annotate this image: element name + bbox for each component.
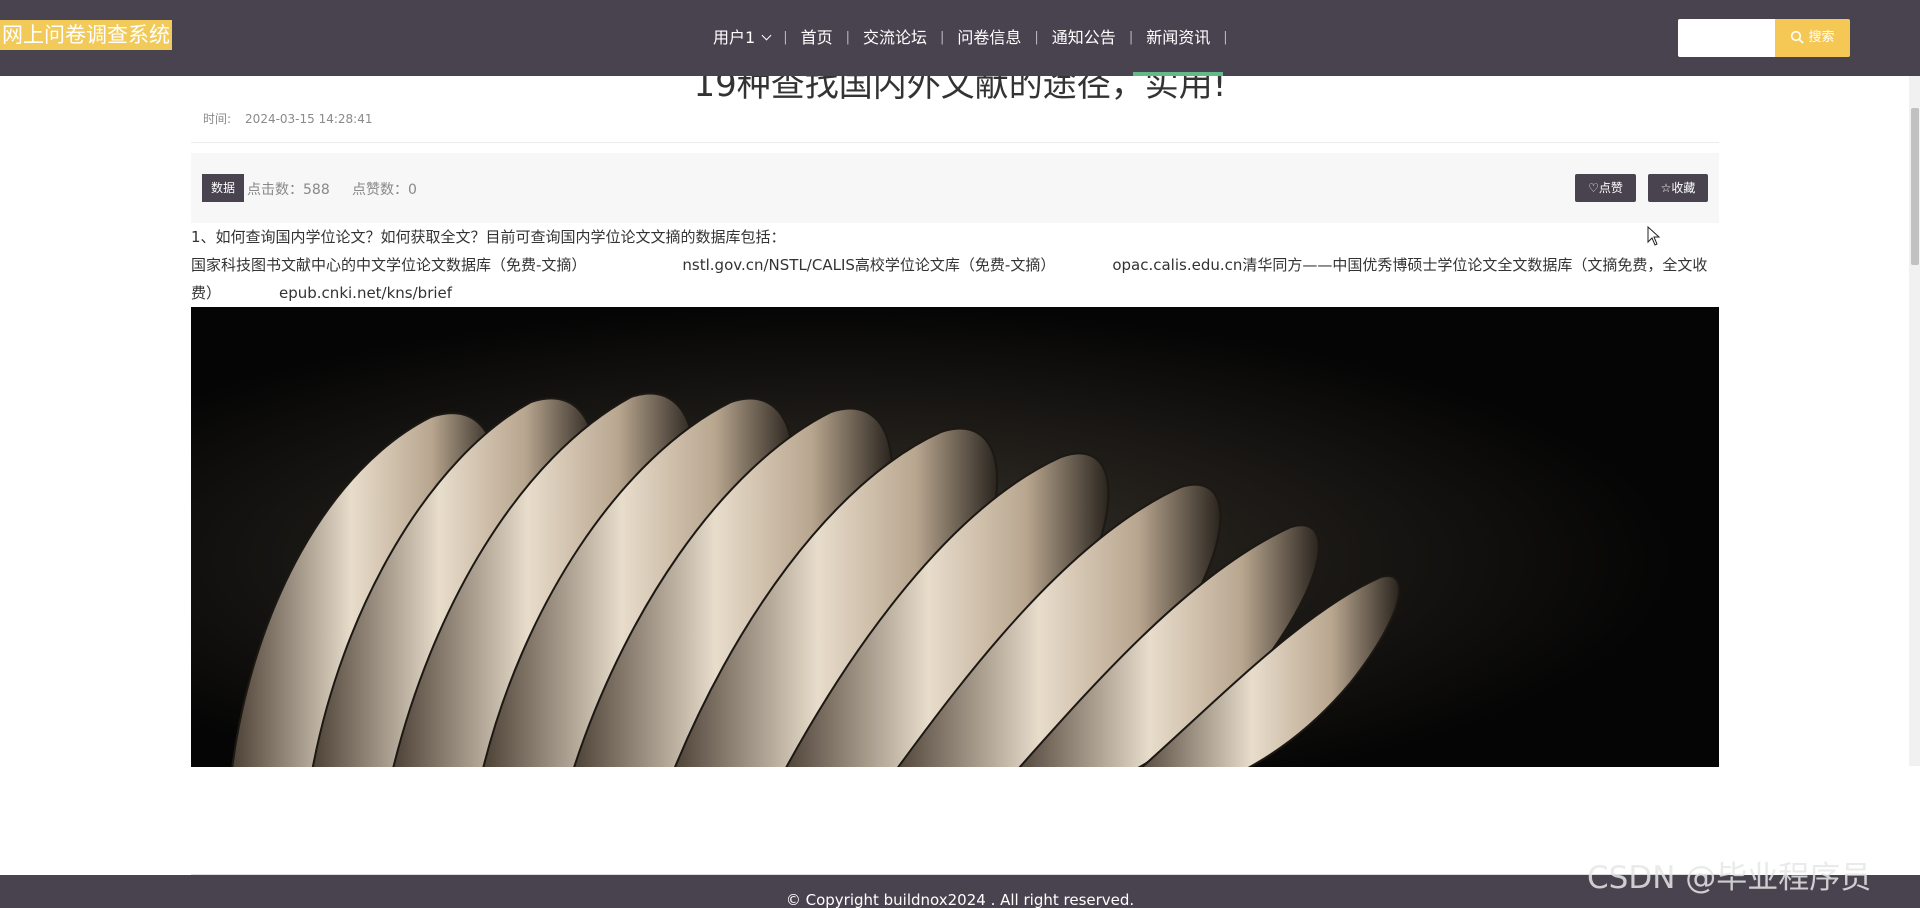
article-image <box>191 307 1719 767</box>
like-button-label: 点赞 <box>1598 181 1623 195</box>
content-text: nstl.gov.cn/NSTL/CALIS高校学位论文库（免费-文摘） <box>682 256 1056 274</box>
mouse-cursor-icon <box>1647 226 1661 246</box>
like-count-label: 点赞数： <box>352 182 408 198</box>
top-nav-bar: 网上问卷调查系统 用户1 | 首页 | 交流论坛 | 问卷信息 | 通知公告 |… <box>0 0 1920 76</box>
watermark-text: CSDN @毕业程序员 <box>1587 860 1872 896</box>
main-nav: 用户1 | 首页 | 交流论坛 | 问卷信息 | 通知公告 | 新闻资讯 | <box>700 0 1228 76</box>
article-info-bar: 数据 点击数：588 点赞数：0 ♡点赞 ☆收藏 <box>191 153 1719 223</box>
nav-user-menu[interactable]: 用户1 <box>700 0 783 76</box>
click-count-label: 点击数： <box>247 182 303 198</box>
nav-home[interactable]: 首页 <box>788 0 846 76</box>
time-value: 2024-03-15 14:28:41 <box>245 112 373 126</box>
category-tag[interactable]: 数据 <box>202 174 245 202</box>
content-text: 国家科技图书文献中心的中文学位论文数据库（免费-文摘） <box>191 256 587 274</box>
search-button[interactable]: 搜索 <box>1775 19 1850 57</box>
search-input[interactable] <box>1678 19 1775 57</box>
search-button-label: 搜索 <box>1808 30 1835 45</box>
nav-announcements[interactable]: 通知公告 <box>1039 0 1129 76</box>
article-time: 时间: 2024-03-15 14:28:41 <box>203 110 373 127</box>
like-count: 点赞数：0 <box>352 179 417 199</box>
time-label: 时间: <box>203 112 232 126</box>
app-logo-title[interactable]: 网上问卷调查系统 <box>0 20 172 50</box>
content-text: epub.cnki.net/kns/brief <box>279 284 453 302</box>
click-count-value: 588 <box>303 182 330 198</box>
heart-icon: ♡ <box>1588 181 1599 195</box>
chevron-down-icon <box>761 30 772 41</box>
scrollbar-thumb[interactable] <box>1911 108 1919 265</box>
like-count-value: 0 <box>408 182 417 198</box>
star-icon: ☆ <box>1660 181 1672 195</box>
divider <box>191 142 1719 143</box>
click-count: 点击数：588 <box>247 179 330 199</box>
nav-questionnaire[interactable]: 问卷信息 <box>944 0 1034 76</box>
favorite-button-label: 收藏 <box>1671 181 1696 195</box>
content-paragraph: 国家科技图书文献中心的中文学位论文数据库（免费-文摘） nstl.gov.cn/N… <box>191 251 1719 307</box>
nav-news[interactable]: 新闻资讯 <box>1133 0 1224 76</box>
book-pages-image <box>191 307 1719 767</box>
article-content: 1、如何查询国内学位论文？如何获取全文？目前可查询国内学位论文文摘的数据库包括：… <box>191 223 1719 307</box>
search-icon <box>1791 30 1805 44</box>
nav-separator: | <box>1223 30 1228 45</box>
like-button[interactable]: ♡点赞 <box>1575 174 1636 202</box>
favorite-button[interactable]: ☆收藏 <box>1648 174 1708 202</box>
content-paragraph: 1、如何查询国内学位论文？如何获取全文？目前可查询国内学位论文文摘的数据库包括： <box>191 228 786 246</box>
nav-user-label: 用户1 <box>713 28 756 47</box>
nav-forum[interactable]: 交流论坛 <box>850 0 940 76</box>
